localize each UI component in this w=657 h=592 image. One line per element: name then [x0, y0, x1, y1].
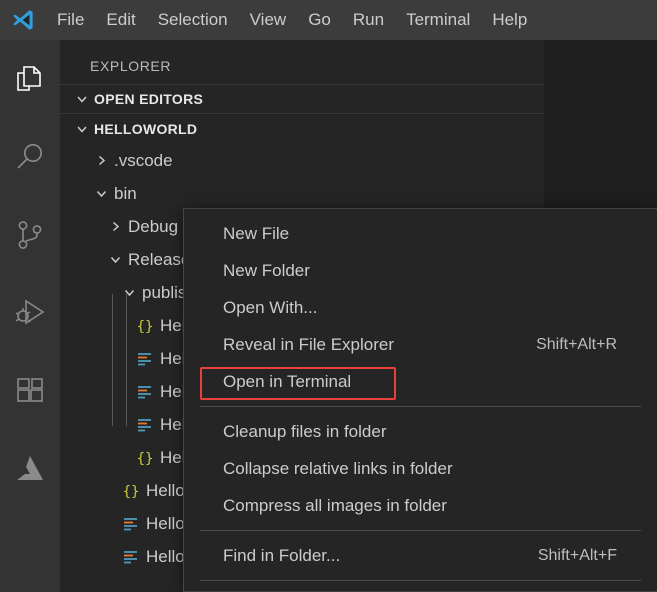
activity-bar — [0, 40, 60, 592]
tree-row-bin[interactable]: bin — [60, 177, 544, 210]
menu-bar: File Edit Selection View Go Run Terminal… — [0, 0, 657, 40]
menu-separator — [200, 530, 641, 531]
menu-bar-items: File Edit Selection View Go Run Terminal… — [46, 0, 550, 40]
json-file-icon: {} — [132, 317, 158, 335]
menu-run[interactable]: Run — [342, 0, 395, 40]
menu-item-label: Collapse relative links in folder — [223, 458, 453, 478]
config-file-icon — [118, 548, 144, 566]
section-label: HELLOWORLD — [94, 121, 198, 137]
azure-logo-icon[interactable] — [0, 430, 60, 508]
chevron-right-icon — [104, 220, 126, 233]
menu-item-cleanup-files-in-folder[interactable]: Cleanup files in folder — [184, 413, 657, 450]
indent-guide — [112, 294, 113, 426]
tree-row-label: Release — [128, 249, 191, 269]
menu-item-reveal-in-file-explorer[interactable]: Reveal in File Explorer Shift+Alt+R — [184, 326, 657, 363]
svg-text:{}: {} — [137, 451, 154, 467]
menu-view[interactable]: View — [239, 0, 298, 40]
menu-separator — [200, 580, 641, 581]
menu-overflow[interactable]: H — [538, 0, 550, 40]
tree-row-vscode[interactable]: .vscode — [60, 144, 544, 177]
svg-text:{}: {} — [137, 319, 154, 335]
sidebar-title: EXPLORER — [90, 58, 172, 74]
menu-edit[interactable]: Edit — [95, 0, 146, 40]
svg-text:{}: {} — [123, 484, 140, 500]
menu-item-label: Cleanup files in folder — [223, 421, 387, 441]
section-helloworld[interactable]: HELLOWORLD — [60, 114, 544, 144]
menu-item-label: New File — [223, 223, 290, 243]
chevron-right-icon — [90, 154, 112, 167]
chevron-down-icon — [70, 122, 94, 136]
chevron-down-icon — [70, 92, 94, 106]
menu-item-label: Reveal in File Explorer — [223, 334, 395, 354]
tree-row-label: Hello — [146, 513, 185, 533]
section-open-editors[interactable]: OPEN EDITORS — [60, 84, 544, 114]
vscode-window: File Edit Selection View Go Run Terminal… — [0, 0, 657, 592]
menu-item-collapse-relative-links-in-folder[interactable]: Collapse relative links in folder — [184, 450, 657, 487]
config-file-icon — [132, 416, 158, 434]
json-file-icon: {} — [132, 449, 158, 467]
menu-help[interactable]: Help — [481, 0, 538, 40]
menu-item-open-with[interactable]: Open With... — [184, 289, 657, 326]
tree-row-label: Hello — [146, 546, 185, 566]
config-file-icon — [132, 350, 158, 368]
source-control-branch-icon[interactable] — [0, 196, 60, 274]
menu-item-label: Open With... — [223, 297, 318, 317]
explorer-files-icon[interactable] — [0, 40, 60, 118]
menu-item-label: Find in Folder... — [223, 545, 341, 565]
menu-item-shortcut: Shift+Alt+F — [537, 546, 617, 564]
chevron-down-icon — [90, 187, 112, 200]
menu-item-new-file[interactable]: New File — [184, 215, 657, 252]
config-file-icon — [118, 515, 144, 533]
chevron-down-icon — [118, 286, 140, 299]
menu-item-compress-all-images-in-folder[interactable]: Compress all images in folder — [184, 487, 657, 524]
menu-item-label: New Folder — [223, 260, 310, 280]
json-file-icon: {} — [118, 482, 144, 500]
menu-go[interactable]: Go — [297, 0, 342, 40]
menu-terminal[interactable]: Terminal — [395, 0, 481, 40]
tree-row-label: bin — [114, 183, 137, 203]
menu-item-new-folder[interactable]: New Folder — [184, 252, 657, 289]
context-menu: New File New Folder Open With... Reveal … — [183, 208, 657, 592]
tree-row-label: .vscode — [114, 150, 173, 170]
menu-item-label: Compress all images in folder — [223, 495, 447, 515]
menu-file[interactable]: File — [46, 0, 95, 40]
extensions-blocks-icon[interactable] — [0, 352, 60, 430]
tree-row-label: Debug — [128, 216, 179, 236]
run-and-debug-icon[interactable] — [0, 274, 60, 352]
config-file-icon — [132, 383, 158, 401]
chevron-down-icon — [104, 253, 126, 266]
search-magnifier-icon[interactable] — [0, 118, 60, 196]
menu-item-shortcut: Shift+Alt+R — [536, 335, 617, 353]
menu-item-label: Open in Terminal — [223, 371, 352, 391]
menu-item-find-in-folder[interactable]: Find in Folder... Shift+Alt+F — [184, 537, 657, 574]
section-label: OPEN EDITORS — [94, 91, 204, 107]
vscode-logo-icon — [0, 0, 46, 40]
indent-guide — [126, 294, 127, 426]
menu-item-open-in-terminal[interactable]: Open in Terminal — [184, 363, 657, 400]
menu-separator — [200, 406, 641, 407]
menu-selection[interactable]: Selection — [147, 0, 239, 40]
tree-row-label: Hello — [146, 480, 185, 500]
